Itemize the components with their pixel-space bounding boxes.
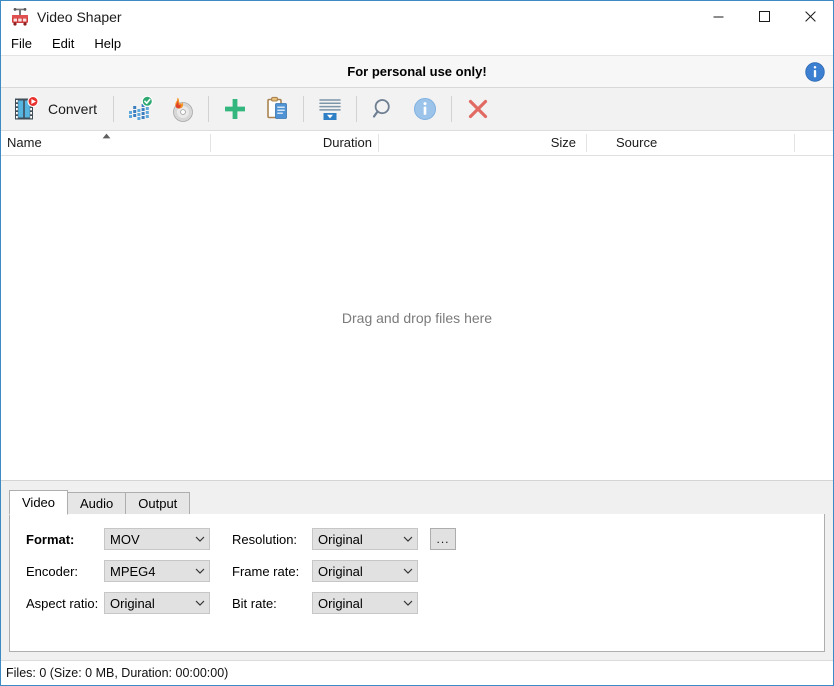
chevron-down-icon [399,600,417,606]
burn-disc-button[interactable] [161,90,203,128]
info-circle-icon[interactable] [805,61,825,82]
title-bar: Video Shaper [1,1,833,33]
film-strip-record-icon [15,95,39,120]
bitrate-select[interactable]: Original [312,592,418,614]
tab-audio[interactable]: Audio [67,492,127,515]
window-controls [695,1,833,33]
aspectratio-field-row: Aspect ratio: Original [26,592,210,614]
column-divider[interactable] [378,134,379,152]
column-header-size[interactable]: Size [384,131,580,155]
menu-bar: File Edit Help [1,33,833,55]
chevron-down-icon [399,536,417,542]
convert-button-label: Convert [48,101,98,117]
tab-output[interactable]: Output [125,492,191,515]
banner-text: For personal use only! [347,64,487,79]
file-list-header: Name Duration Size Source [1,131,833,156]
encoder-select[interactable]: MPEG4 [104,560,210,582]
toolbar-separator [356,96,358,122]
status-text: Files: 0 (Size: 0 MB, Duration: 00:00:00… [6,666,229,680]
chevron-down-icon [191,568,209,574]
equalizer-bars-icon [129,95,153,120]
minimize-icon [713,16,723,18]
sort-ascending-icon [102,133,111,139]
info-button[interactable] [404,90,446,128]
status-bar: Files: 0 (Size: 0 MB, Duration: 00:00:00… [1,660,833,685]
magnifier-icon [372,99,390,118]
close-x-icon [468,99,488,119]
drop-hint-text: Drag and drop files here [341,310,493,326]
encoder-value: MPEG4 [110,563,156,579]
framerate-select[interactable]: Original [312,560,418,582]
toolbar-separator [208,96,210,122]
format-select[interactable]: MOV [104,528,210,550]
video-settings-page: Format: MOV Resolution: Original ... Enc… [9,514,825,652]
list-download-icon [319,99,341,120]
main-toolbar: Convert [1,88,833,131]
chevron-down-icon [191,600,209,606]
format-field-row: Format: MOV [26,528,210,550]
aspectratio-label: Aspect ratio: [26,595,99,611]
encoder-label: Encoder: [26,563,79,579]
menu-item-help[interactable]: Help [92,34,131,54]
resolution-label: Resolution: [232,531,298,547]
resolution-select[interactable]: Original [312,528,418,550]
clipboard-document-icon [267,96,287,119]
chevron-down-icon [191,536,209,542]
chevron-down-icon [399,568,417,574]
maximize-button[interactable] [741,1,787,32]
bitrate-label: Bit rate: [232,595,277,611]
toolbar-separator [303,96,305,122]
column-header-duration[interactable]: Duration [216,131,376,155]
format-value: MOV [110,531,140,547]
column-divider[interactable] [794,134,795,152]
video-camera-icon [12,8,28,26]
maximize-icon [758,11,770,22]
settings-panel: Video Audio Output Format: MOV Resolutio… [1,480,833,660]
format-label: Format: [26,531,75,547]
column-header-source[interactable]: Source [616,131,786,155]
load-list-button[interactable] [309,90,351,128]
resolution-value: Original [318,531,363,547]
bitrate-field-row: Bit rate: Original [232,592,418,614]
column-divider[interactable] [586,134,587,152]
add-files-button[interactable] [214,90,256,128]
close-button[interactable] [787,1,833,32]
resolution-more-button[interactable]: ... [430,528,456,550]
paste-button[interactable] [256,90,298,128]
remove-button[interactable] [457,90,499,128]
window-title: Video Shaper [37,9,122,25]
toolbar-separator [113,96,115,122]
framerate-label: Frame rate: [232,563,300,579]
plus-icon [225,99,246,119]
settings-tabstrip: Video Audio Output [9,490,825,515]
file-drop-area[interactable]: Drag and drop files here [1,156,833,480]
framerate-value: Original [318,563,363,579]
tab-video[interactable]: Video [9,490,69,515]
app-window: Video Shaper File Edit Help For personal… [0,0,834,686]
personal-use-banner: For personal use only! [1,55,833,88]
menu-item-edit[interactable]: Edit [50,34,84,54]
framerate-field-row: Frame rate: Original [232,560,418,582]
convert-button[interactable]: Convert [5,90,108,128]
bitrate-value: Original [318,595,363,611]
close-icon [804,11,816,22]
aspectratio-select[interactable]: Original [104,592,210,614]
burn-disc-flame-icon [173,97,193,122]
resolution-field-row: Resolution: Original ... [232,528,456,550]
menu-item-file[interactable]: File [9,34,42,54]
column-divider[interactable] [210,134,211,152]
toolbar-separator [451,96,453,122]
preview-button[interactable] [362,90,404,128]
info-circle-icon [414,98,437,120]
audio-extract-button[interactable] [119,90,161,128]
encoder-field-row: Encoder: MPEG4 [26,560,210,582]
minimize-button[interactable] [695,1,741,32]
aspectratio-value: Original [110,595,155,611]
